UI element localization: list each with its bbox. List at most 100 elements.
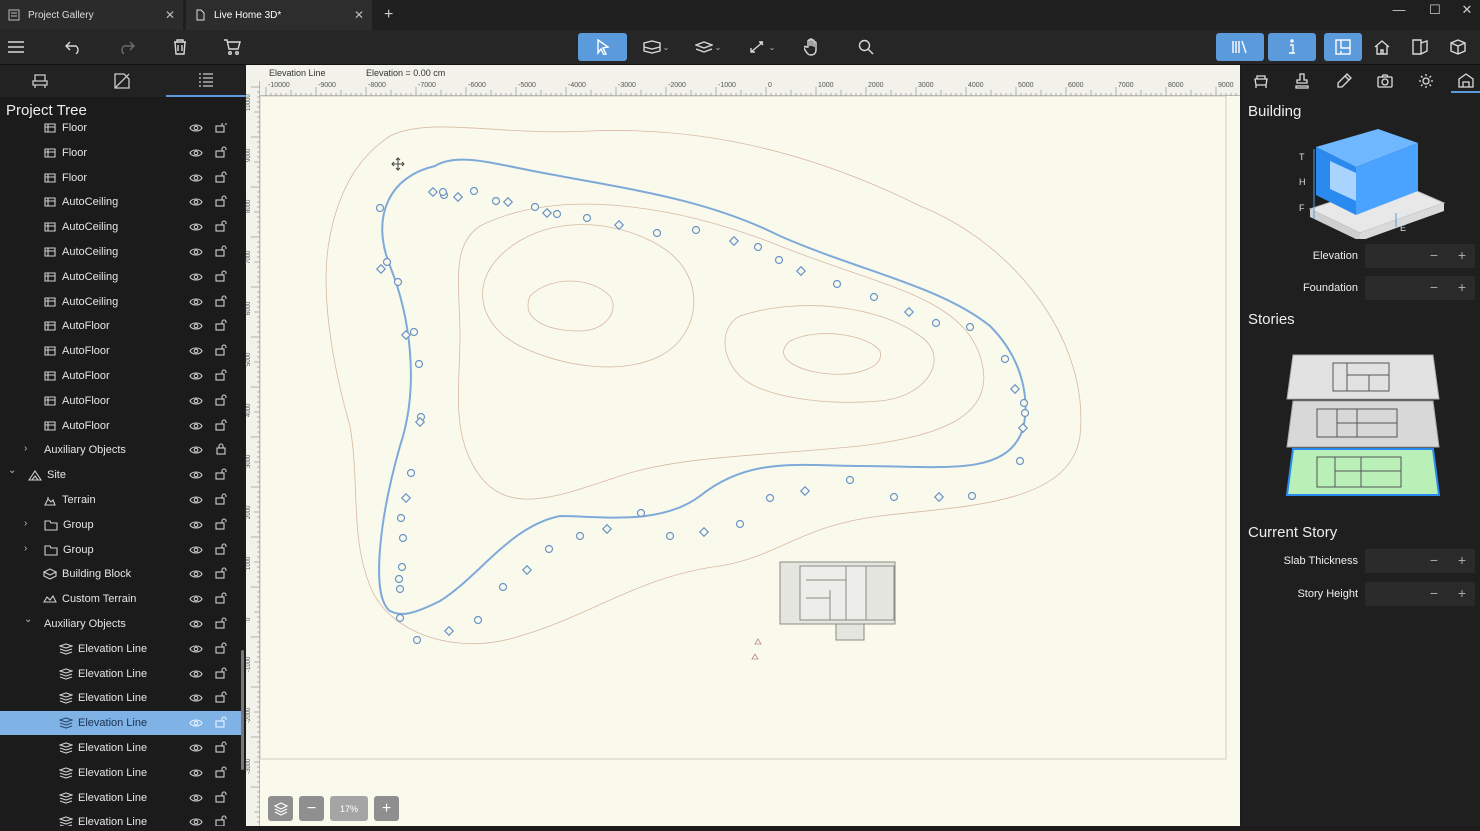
pan-hand-icon[interactable] <box>800 33 824 61</box>
visibility-eye-icon[interactable] <box>189 396 203 406</box>
tree-row[interactable]: Floor <box>0 166 242 190</box>
unlock-icon[interactable] <box>215 369 227 381</box>
tab-live-home[interactable]: Live Home 3D* ✕ <box>186 0 372 30</box>
plan-drawing[interactable] <box>260 96 1240 826</box>
redo-icon[interactable] <box>114 33 138 61</box>
lock-icon[interactable] <box>215 443 227 455</box>
tree-row[interactable]: Elevation Line <box>0 686 242 710</box>
visibility-eye-icon[interactable] <box>189 197 203 207</box>
visibility-eye-icon[interactable] <box>189 445 203 455</box>
split-view-icon[interactable] <box>1406 33 1434 61</box>
tab-furniture[interactable] <box>1246 69 1276 93</box>
expand-icon[interactable]: › <box>24 518 34 529</box>
tree-row[interactable]: AutoFloor <box>0 364 242 388</box>
visibility-eye-icon[interactable] <box>189 520 203 530</box>
visibility-eye-icon[interactable] <box>189 669 203 679</box>
unlock-icon[interactable] <box>215 171 227 183</box>
visibility-eye-icon[interactable] <box>189 247 203 257</box>
close-window-icon[interactable]: ✕ <box>1452 2 1480 18</box>
unlock-icon[interactable] <box>215 567 227 579</box>
expand-icon[interactable]: › <box>24 543 34 554</box>
visibility-eye-icon[interactable] <box>189 173 203 183</box>
visibility-eye-icon[interactable] <box>189 148 203 158</box>
unlock-icon[interactable] <box>215 468 227 480</box>
visibility-eye-icon[interactable] <box>189 495 203 505</box>
unlock-icon[interactable] <box>215 667 227 679</box>
unlock-icon[interactable] <box>215 592 227 604</box>
unlock-icon[interactable] <box>215 493 227 505</box>
tree-row[interactable]: Elevation Line <box>0 662 242 686</box>
unlock-icon[interactable] <box>215 543 227 555</box>
tab-camera[interactable] <box>1370 69 1400 93</box>
tree-row[interactable]: Elevation Line <box>0 711 242 736</box>
new-tab-button[interactable]: + <box>384 6 393 24</box>
tree-row[interactable]: AutoCeiling <box>0 265 242 289</box>
tab-edit[interactable] <box>1329 69 1359 93</box>
visibility-eye-icon[interactable] <box>189 421 203 431</box>
tree-row[interactable]: Terrain <box>0 488 242 512</box>
elevation-decrement[interactable]: − <box>1423 247 1445 265</box>
tab-objects-library[interactable] <box>0 65 80 97</box>
visibility-eye-icon[interactable] <box>189 545 203 555</box>
layers-icon[interactable] <box>268 796 293 821</box>
library-icon[interactable] <box>1216 33 1264 61</box>
visibility-eye-icon[interactable] <box>189 594 203 604</box>
visibility-eye-icon[interactable] <box>189 569 203 579</box>
visibility-eye-icon[interactable] <box>189 321 203 331</box>
tree-row[interactable]: Floor <box>0 141 242 165</box>
unlock-icon[interactable] <box>215 741 227 753</box>
slab-increment[interactable]: + <box>1451 552 1473 570</box>
tree-row[interactable]: AutoCeiling <box>0 240 242 264</box>
elevation-increment[interactable]: + <box>1451 247 1473 265</box>
visibility-eye-icon[interactable] <box>189 644 203 654</box>
zoom-level[interactable]: 17% <box>330 796 368 821</box>
close-tab-icon[interactable]: ✕ <box>354 8 364 22</box>
undo-icon[interactable] <box>62 33 86 61</box>
tree-row[interactable]: AutoCeiling <box>0 290 242 314</box>
stories-diagram[interactable] <box>1285 353 1441 499</box>
foundation-decrement[interactable]: − <box>1423 279 1445 297</box>
tab-stamp[interactable] <box>1287 69 1317 93</box>
unlock-icon[interactable] <box>215 766 227 778</box>
tab-light[interactable] <box>1411 69 1441 93</box>
unlock-icon[interactable] <box>215 195 227 207</box>
foundation-increment[interactable]: + <box>1451 279 1473 297</box>
3d-box-icon[interactable] <box>1444 33 1472 61</box>
info-icon[interactable] <box>1268 33 1316 61</box>
tree-row[interactable]: Building Block <box>0 562 242 586</box>
search-icon[interactable] <box>854 33 878 61</box>
tree-row[interactable]: › Auxiliary Objects <box>0 438 242 462</box>
unlock-icon[interactable] <box>215 220 227 232</box>
expand-icon[interactable]: › <box>24 443 34 454</box>
story-height-increment[interactable]: + <box>1451 585 1473 603</box>
tab-building[interactable] <box>1451 69 1480 93</box>
tree-scrollbar[interactable] <box>241 650 244 770</box>
tree-row[interactable]: Elevation Line <box>0 786 242 810</box>
visibility-eye-icon[interactable] <box>189 470 203 480</box>
visibility-eye-icon[interactable] <box>189 346 203 356</box>
story-height-decrement[interactable]: − <box>1423 585 1445 603</box>
unlock-icon[interactable] <box>215 419 227 431</box>
unlock-icon[interactable] <box>215 245 227 257</box>
zoom-out-button[interactable]: − <box>299 796 324 821</box>
visibility-eye-icon[interactable] <box>189 371 203 381</box>
unlock-icon[interactable] <box>215 716 227 728</box>
menu-icon[interactable] <box>4 33 28 61</box>
tree-row[interactable]: ⌄ Auxiliary Objects <box>0 612 242 636</box>
zoom-in-button[interactable]: + <box>374 796 399 821</box>
close-tab-icon[interactable]: ✕ <box>165 8 175 22</box>
tab-materials[interactable] <box>82 65 162 97</box>
unlock-icon[interactable] <box>215 270 227 282</box>
visibility-eye-icon[interactable] <box>189 272 203 282</box>
tree-row[interactable]: AutoCeiling <box>0 215 242 239</box>
tab-project-tree[interactable] <box>166 65 246 97</box>
dimension-tool-icon[interactable]: ⌄ <box>744 33 780 61</box>
tree-row[interactable]: AutoCeiling <box>0 190 242 214</box>
unlock-icon[interactable] <box>215 295 227 307</box>
visibility-eye-icon[interactable] <box>189 222 203 232</box>
maximize-icon[interactable]: ☐ <box>1420 2 1450 18</box>
unlock-icon[interactable] <box>215 791 227 803</box>
tree-row[interactable]: AutoFloor <box>0 389 242 413</box>
unlock-icon[interactable] <box>215 319 227 331</box>
elevation-field[interactable]: − + <box>1365 244 1475 268</box>
